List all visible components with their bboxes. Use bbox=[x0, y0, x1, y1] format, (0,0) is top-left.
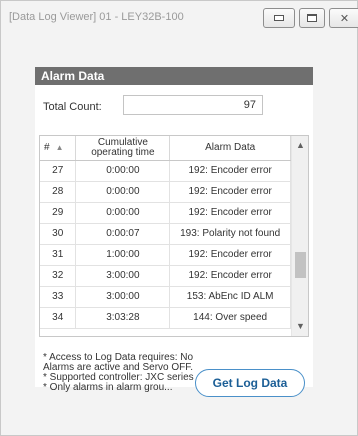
cell-operating-time: 0:00:00 bbox=[75, 181, 171, 203]
table-row[interactable]: 27 0:00:00 192: Encoder error bbox=[40, 160, 291, 182]
cell-alarm-data: 192: Encoder error bbox=[169, 265, 291, 287]
table-row[interactable]: 31 1:00:00 192: Encoder error bbox=[40, 244, 291, 266]
cell-number: 31 bbox=[40, 244, 77, 266]
cell-alarm-data: 193: Polarity not found bbox=[169, 223, 291, 245]
table-row[interactable]: 30 0:00:07 193: Polarity not found bbox=[40, 223, 291, 245]
window-title: [Data Log Viewer] 01 - LEY32B-100 bbox=[9, 11, 184, 23]
cell-alarm-data: 192: Encoder error bbox=[169, 160, 291, 182]
alarm-table: # ▲ Cumulative operating time Alarm Data … bbox=[39, 135, 309, 337]
cell-alarm-data: 144: Over speed bbox=[169, 307, 291, 329]
maximize-icon bbox=[307, 14, 317, 22]
total-count-field: 97 bbox=[123, 95, 263, 115]
table-row[interactable]: 33 3:00:00 153: AbEnc ID ALM bbox=[40, 286, 291, 308]
table-row[interactable]: 32 3:00:00 192: Encoder error bbox=[40, 265, 291, 287]
scroll-up-icon[interactable]: ▲ bbox=[292, 137, 308, 154]
column-header-time[interactable]: Cumulative operating time bbox=[75, 136, 171, 161]
title-bar[interactable]: [Data Log Viewer] 01 - LEY32B-100 ✕ bbox=[1, 1, 358, 35]
scroll-down-icon[interactable]: ▼ bbox=[292, 318, 308, 335]
cell-number: 34 bbox=[40, 307, 77, 329]
close-button[interactable]: ✕ bbox=[329, 8, 358, 28]
get-log-data-button[interactable]: Get Log Data bbox=[195, 369, 305, 397]
close-icon: ✕ bbox=[339, 11, 350, 25]
cell-operating-time: 0:00:07 bbox=[75, 223, 171, 245]
cell-number: 30 bbox=[40, 223, 77, 245]
cell-operating-time: 0:00:00 bbox=[75, 202, 171, 224]
column-header-alarm[interactable]: Alarm Data bbox=[169, 136, 291, 161]
minimize-icon bbox=[274, 15, 284, 21]
alarm-table-body: 27 0:00:00 192: Encoder error 28 0:00:00 192:… bbox=[40, 160, 291, 329]
cell-alarm-data: 192: Encoder error bbox=[169, 181, 291, 203]
cell-number: 27 bbox=[40, 160, 77, 182]
access-requirements-note: * Access to Log Data requires: No Alarms… bbox=[43, 352, 194, 393]
minimize-button[interactable] bbox=[263, 8, 295, 28]
scrollbar-thumb[interactable] bbox=[295, 252, 306, 278]
cell-number: 29 bbox=[40, 202, 77, 224]
cell-alarm-data: 192: Encoder error bbox=[169, 202, 291, 224]
table-row[interactable]: 28 0:00:00 192: Encoder error bbox=[40, 181, 291, 203]
total-count-label: Total Count: bbox=[43, 101, 102, 113]
cell-operating-time: 3:03:28 bbox=[75, 307, 171, 329]
table-vertical-scrollbar[interactable]: ▲ ▼ bbox=[291, 136, 308, 336]
alarm-data-panel: Alarm Data Total Count: 97 # ▲ Cumulative… bbox=[35, 67, 313, 397]
table-row[interactable]: 34 3:03:28 144: Over speed bbox=[40, 307, 291, 329]
alarm-table-grid: # ▲ Cumulative operating time Alarm Data … bbox=[40, 136, 291, 329]
panel-header: Alarm Data bbox=[35, 67, 313, 85]
cell-number: 33 bbox=[40, 286, 77, 308]
maximize-button[interactable] bbox=[299, 8, 325, 28]
cell-alarm-data: 153: AbEnc ID ALM bbox=[169, 286, 291, 308]
cell-alarm-data: 192: Encoder error bbox=[169, 244, 291, 266]
cell-number: 32 bbox=[40, 265, 77, 287]
cell-operating-time: 1:00:00 bbox=[75, 244, 171, 266]
column-header-number[interactable]: # ▲ bbox=[40, 136, 77, 161]
data-log-viewer-window: [Data Log Viewer] 01 - LEY32B-100 ✕ Alar… bbox=[0, 0, 358, 436]
cell-operating-time: 0:00:00 bbox=[75, 160, 171, 182]
cell-operating-time: 3:00:00 bbox=[75, 265, 171, 287]
cell-number: 28 bbox=[40, 181, 77, 203]
table-row[interactable]: 29 0:00:00 192: Encoder error bbox=[40, 202, 291, 224]
table-header-row: # ▲ Cumulative operating time Alarm Data bbox=[40, 136, 291, 161]
sort-ascending-icon: ▲ bbox=[55, 142, 64, 152]
cell-operating-time: 3:00:00 bbox=[75, 286, 171, 308]
